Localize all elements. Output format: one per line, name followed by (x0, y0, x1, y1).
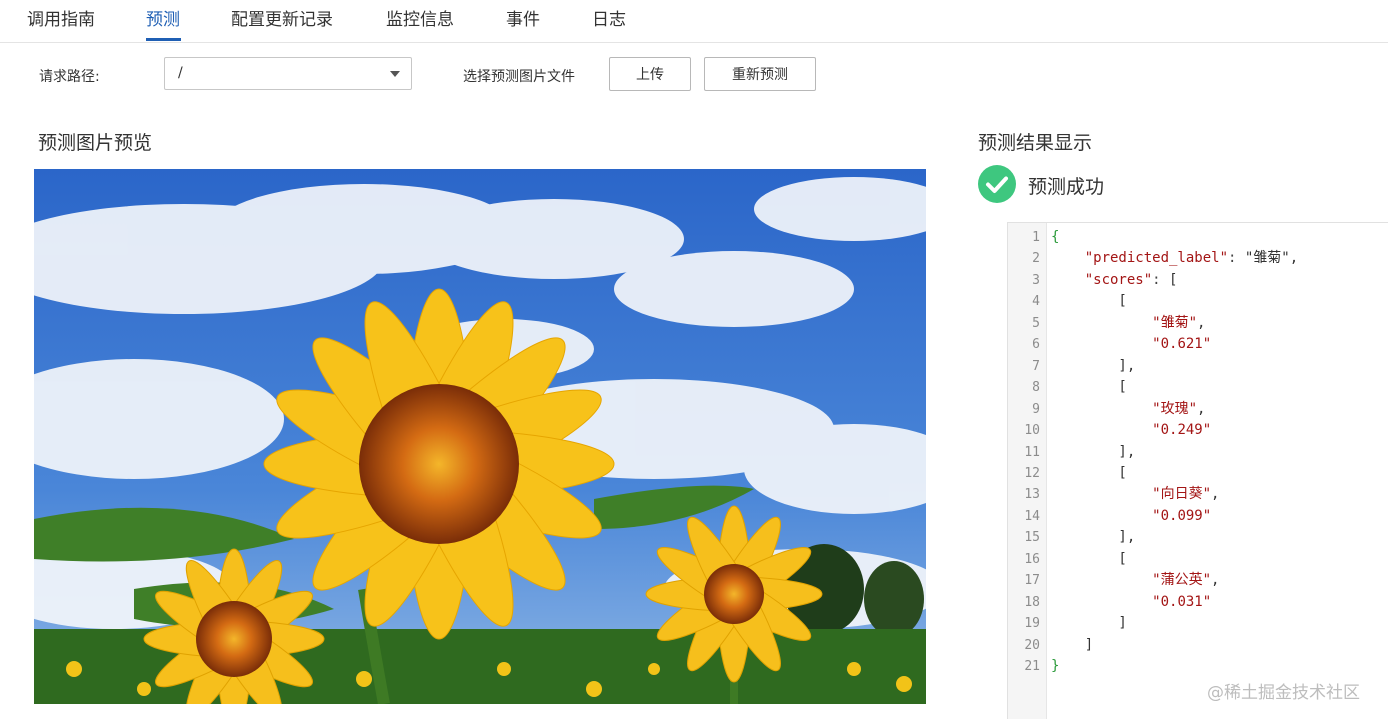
code-text: "雏菊", (1152, 314, 1206, 331)
line-number: 18 (1024, 594, 1040, 610)
tab-events[interactable]: 事件 (506, 5, 540, 30)
line-number: 4 (1032, 294, 1040, 310)
line-number: 20 (1024, 637, 1040, 653)
line-number: 3 (1032, 272, 1040, 288)
active-tab-indicator (146, 38, 181, 41)
code-line: 2 "predicted_label": "雏菊", (1008, 248, 1388, 269)
check-circle-icon (978, 165, 1016, 203)
line-number: 19 (1024, 616, 1040, 632)
line-number: 8 (1032, 380, 1040, 396)
code-text: [ (1051, 464, 1127, 481)
code-text: { (1051, 229, 1060, 245)
preview-image (34, 169, 926, 704)
code-line: 15 ], (1008, 527, 1388, 548)
code-line: 3 "scores": [ (1008, 270, 1388, 291)
code-text: "蒲公英", (1152, 572, 1220, 589)
line-number: 13 (1024, 487, 1040, 503)
code-line: 13 "向日葵", (1008, 484, 1388, 505)
line-number: 16 (1024, 551, 1040, 567)
code-text: [ (1051, 550, 1127, 567)
code-text: "0.099" (1152, 507, 1212, 524)
line-number: 1 (1032, 230, 1040, 245)
code-line: 5 "雏菊", (1008, 313, 1388, 334)
code-line: 17 "蒲公英", (1008, 570, 1388, 591)
code-text: "scores": [ (1084, 271, 1178, 288)
preview-title: 预测图片预览 (38, 132, 153, 154)
code-text: } (1051, 658, 1060, 674)
line-number: 14 (1024, 508, 1040, 524)
line-number: 6 (1032, 337, 1040, 353)
code-line: 11 ], (1008, 442, 1388, 463)
code-line: 18 "0.031" (1008, 592, 1388, 613)
request-path-label: 请求路径: (39, 69, 100, 85)
code-text: "玫瑰", (1152, 400, 1206, 417)
code-line: 12 [ (1008, 463, 1388, 484)
line-number: 9 (1032, 401, 1040, 417)
line-number: 11 (1024, 444, 1040, 460)
watermark: @稀土掘金技术社区 (1207, 683, 1360, 703)
code-text: [ (1051, 293, 1127, 310)
code-line: 21} (1008, 656, 1388, 677)
tab-predict[interactable]: 预测 (146, 5, 180, 30)
code-text: "0.621" (1152, 336, 1212, 353)
code-text: "0.031" (1152, 593, 1212, 610)
code-text: ], (1051, 443, 1136, 460)
request-path-select[interactable]: / (164, 57, 412, 90)
code-text: "predicted_label": "雏菊", (1084, 250, 1299, 267)
code-text: [ (1051, 379, 1127, 396)
upload-button[interactable]: 上传 (609, 57, 691, 91)
tab-bar: 调用指南 预测 配置更新记录 监控信息 事件 日志 (0, 0, 1388, 43)
line-number: 17 (1024, 573, 1040, 589)
status-text: 预测成功 (1028, 176, 1105, 198)
code-line: 14 "0.099" (1008, 506, 1388, 527)
tab-logs[interactable]: 日志 (592, 5, 626, 30)
result-json-viewer[interactable]: 1{2 "predicted_label": "雏菊", 3 "scores": … (1007, 222, 1388, 719)
line-number: 10 (1024, 423, 1040, 439)
code-line: 1{ (1008, 227, 1388, 248)
code-line: 8 [ (1008, 377, 1388, 398)
result-title: 预测结果显示 (978, 132, 1093, 154)
tab-monitoring[interactable]: 监控信息 (386, 5, 454, 30)
line-number: 12 (1024, 465, 1040, 481)
code-line: 4 [ (1008, 291, 1388, 312)
code-text: "向日葵", (1152, 486, 1220, 503)
code-text: ], (1051, 357, 1136, 374)
code-text: "0.249" (1152, 422, 1212, 439)
code-text: ] (1051, 636, 1094, 653)
code-line: 16 [ (1008, 549, 1388, 570)
tab-config-history[interactable]: 配置更新记录 (231, 5, 333, 30)
select-image-label: 选择预测图片文件 (463, 69, 575, 85)
request-path-value: / (178, 65, 183, 81)
line-number: 15 (1024, 530, 1040, 546)
code-line: 20 ] (1008, 635, 1388, 656)
sunflower-image (34, 169, 926, 704)
line-number: 2 (1032, 251, 1040, 267)
code-text: ] (1051, 615, 1127, 632)
line-number: 5 (1032, 315, 1040, 331)
code-line: 6 "0.621" (1008, 334, 1388, 355)
line-number: 21 (1024, 659, 1040, 674)
code-line: 19 ] (1008, 613, 1388, 634)
line-number: 7 (1032, 358, 1040, 374)
tab-guide[interactable]: 调用指南 (27, 5, 95, 30)
chevron-down-icon (390, 71, 400, 77)
code-line: 9 "玫瑰", (1008, 399, 1388, 420)
code-line: 10 "0.249" (1008, 420, 1388, 441)
repredict-button[interactable]: 重新预测 (704, 57, 816, 91)
code-line: 7 ], (1008, 356, 1388, 377)
code-text: ], (1051, 529, 1136, 546)
